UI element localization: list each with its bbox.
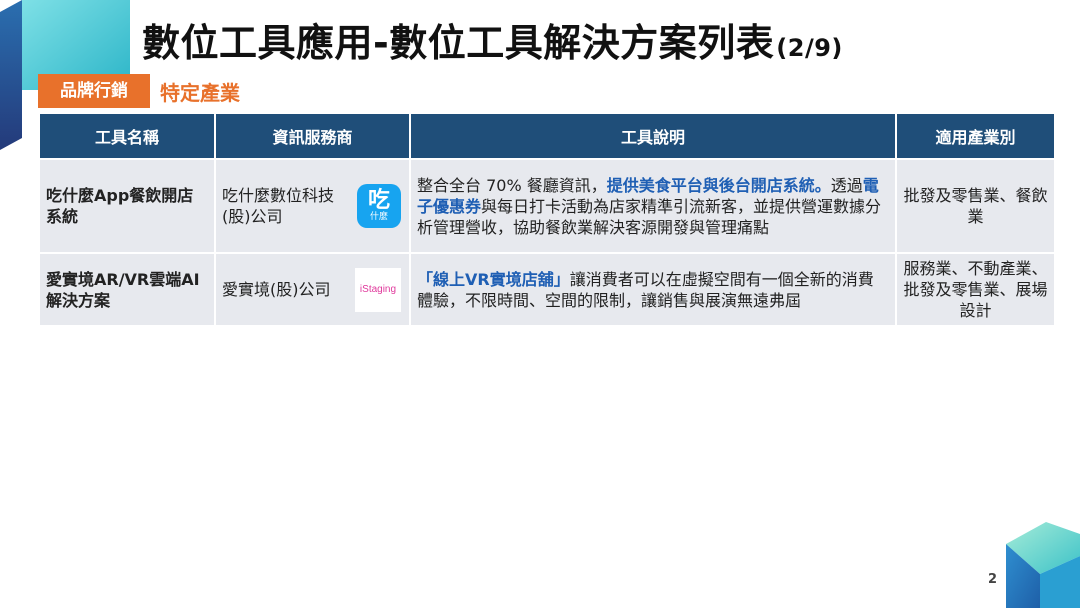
category-tag-secondary: 特定產業: [160, 80, 240, 105]
logo-subtext: 什麼: [369, 212, 388, 222]
solutions-table: 工具名稱 資訊服務商 工具說明 適用產業別 吃什麼App餐飲開店系統 吃什麼數位…: [38, 112, 1056, 327]
page-number: 2: [988, 572, 998, 587]
tool-name-cell: 愛實境AR/VR雲端AI解決方案: [38, 252, 216, 327]
column-header-description: 工具說明: [409, 112, 897, 160]
table-row: 愛實境AR/VR雲端AI解決方案 愛實境(股)公司 iStaging 「線上VR…: [38, 252, 1056, 327]
column-header-tool-name: 工具名稱: [38, 112, 216, 160]
category-tags: 品牌行銷 特定產業: [38, 74, 240, 108]
industry-cell: 批發及零售業、餐飲業: [895, 158, 1056, 254]
page-title: 數位工具應用-數位工具解決方案列表(2/9): [142, 12, 843, 67]
title-text: 數位工具應用-數位工具解決方案列表: [142, 21, 775, 65]
table-header-row: 工具名稱 資訊服務商 工具說明 適用產業別: [38, 112, 1056, 160]
category-tag-primary: 品牌行銷: [38, 74, 150, 108]
provider-logo-icon: iStaging: [355, 267, 401, 312]
corner-cube-decoration: [1006, 522, 1080, 608]
description-cell: 「線上VR實境店舖」讓消費者可以在虛擬空間有一個全新的消費體驗，不限時間、空間的…: [409, 252, 897, 327]
tool-name-cell: 吃什麼App餐飲開店系統: [38, 158, 216, 254]
description-text: 整合全台 70% 餐廳資訊，: [417, 175, 607, 195]
logo-glyph: 吃: [367, 188, 390, 213]
description-highlight: 提供美食平台與後台開店系統。: [606, 175, 831, 195]
description-text: 與每日打卡活動為店家精準引流新客，並提供營運數據分析管理營收，協助餐飲業解決客源…: [417, 196, 882, 237]
provider-logo-icon: 吃 什麼: [357, 184, 401, 228]
description-cell: 整合全台 70% 餐廳資訊，提供美食平台與後台開店系統。透過電子優惠券與每日打卡…: [409, 158, 897, 254]
column-header-industry: 適用產業別: [895, 112, 1056, 160]
industry-cell: 服務業、不動產業、批發及零售業、展場設計: [895, 252, 1056, 327]
table-row: 吃什麼App餐飲開店系統 吃什麼數位科技(股)公司 吃 什麼 整合全台 70% …: [38, 158, 1056, 254]
page-indicator: (2/9): [776, 34, 843, 62]
column-header-provider: 資訊服務商: [214, 112, 411, 160]
provider-cell: 吃什麼數位科技(股)公司 吃 什麼: [214, 158, 411, 254]
description-text: 透過: [830, 175, 863, 195]
description-highlight: 「線上VR實境店舖」: [417, 269, 570, 289]
provider-cell: 愛實境(股)公司 iStaging: [214, 252, 411, 327]
